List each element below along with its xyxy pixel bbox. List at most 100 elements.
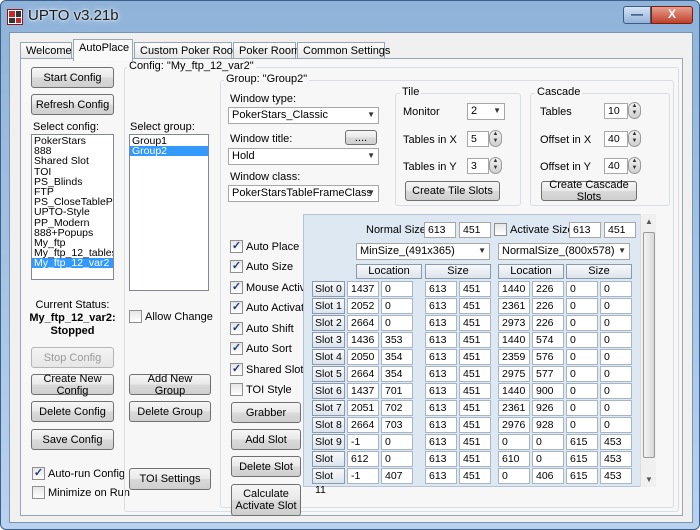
list-item[interactable]: UPTO-Style bbox=[32, 207, 113, 218]
slot-cell[interactable]: 451 bbox=[459, 434, 491, 450]
slot-cell[interactable]: 2051 bbox=[347, 400, 379, 416]
slot-cell[interactable]: 0 bbox=[566, 417, 598, 433]
slot-cell[interactable]: 574 bbox=[532, 332, 564, 348]
config-list[interactable]: PokerStars 888 Shared Slot TOI PS_Blinds… bbox=[31, 134, 114, 280]
slot-cell[interactable]: 613 bbox=[425, 451, 457, 467]
slot-cell[interactable]: 453 bbox=[600, 434, 632, 450]
delete-slot-button[interactable]: Delete Slot bbox=[231, 456, 301, 477]
add-group-button[interactable]: Add New Group bbox=[129, 373, 211, 397]
slot-cell[interactable]: 451 bbox=[459, 417, 491, 433]
create-tile-slots-button[interactable]: Create Tile Slots bbox=[405, 181, 500, 201]
slot-cell[interactable]: 0 bbox=[600, 383, 632, 399]
slot-cell[interactable]: 226 bbox=[532, 298, 564, 314]
slot-cell[interactable]: 613 bbox=[425, 434, 457, 450]
slot-cell[interactable]: 0 bbox=[600, 366, 632, 382]
slot-cell[interactable]: 0 bbox=[381, 434, 413, 450]
delete-group-button[interactable]: Delete Group bbox=[129, 401, 211, 422]
minimize-checkbox[interactable]: Minimize on Run bbox=[32, 486, 130, 499]
delete-config-button[interactable]: Delete Config bbox=[31, 401, 114, 422]
slot-cell[interactable]: 451 bbox=[459, 349, 491, 365]
slot-cell[interactable]: 576 bbox=[532, 349, 564, 365]
tables-y-input[interactable]: 3 bbox=[467, 158, 489, 174]
slot-cell[interactable]: 0 bbox=[566, 400, 598, 416]
slot-cell[interactable]: 2664 bbox=[347, 315, 379, 331]
toi-settings-button[interactable]: TOI Settings bbox=[129, 468, 211, 490]
auto-shift-checkbox[interactable]: ✓ Auto Shift bbox=[230, 322, 294, 335]
min-size-select[interactable]: MinSize_(491x365) ▼ bbox=[356, 243, 490, 260]
create-config-button[interactable]: Create New Config bbox=[31, 373, 114, 397]
slot-cell[interactable]: 1440 bbox=[498, 383, 530, 399]
scroll-up-icon[interactable]: ▲ bbox=[645, 217, 653, 226]
slot-cell[interactable]: 2975 bbox=[498, 366, 530, 382]
offset-x-spinner[interactable]: ▲ ▼ bbox=[628, 130, 641, 147]
slot-cell[interactable]: 613 bbox=[425, 383, 457, 399]
slot-cell[interactable]: 0 bbox=[566, 315, 598, 331]
slot-cell[interactable]: 354 bbox=[381, 366, 413, 382]
slot-cell[interactable]: 0 bbox=[532, 434, 564, 450]
slot-cell[interactable]: 613 bbox=[425, 417, 457, 433]
slot-cell[interactable]: 1440 bbox=[498, 281, 530, 297]
slot-cell[interactable]: 226 bbox=[532, 315, 564, 331]
auto-sort-checkbox[interactable]: ✓ Auto Sort bbox=[230, 342, 292, 355]
slot-cell[interactable]: 453 bbox=[600, 468, 632, 484]
slot-cell[interactable]: 451 bbox=[459, 383, 491, 399]
autorun-checkbox[interactable]: ✓ Auto-run Config bbox=[32, 467, 125, 480]
cascade-tables-input[interactable]: 10 bbox=[604, 103, 628, 119]
slot-cell[interactable]: 2976 bbox=[498, 417, 530, 433]
slot-cell[interactable]: 2052 bbox=[347, 298, 379, 314]
slot-cell[interactable]: 0 bbox=[600, 332, 632, 348]
slot-cell[interactable]: 613 bbox=[425, 400, 457, 416]
slot-cell[interactable]: 0 bbox=[566, 366, 598, 382]
slot-cell[interactable]: 612 bbox=[347, 451, 379, 467]
slot-cell[interactable]: 451 bbox=[459, 451, 491, 467]
slot-cell[interactable]: 2050 bbox=[347, 349, 379, 365]
group-list[interactable]: Group1 Group2 bbox=[129, 134, 209, 291]
slot-cell[interactable]: 0 bbox=[566, 281, 598, 297]
slot-cell[interactable]: 702 bbox=[381, 400, 413, 416]
slot-cell[interactable]: 451 bbox=[459, 400, 491, 416]
slot-cell[interactable]: 0 bbox=[381, 281, 413, 297]
refresh-config-button[interactable]: Refresh Config bbox=[31, 94, 114, 115]
save-config-button[interactable]: Save Config bbox=[31, 429, 114, 450]
tab-autoplace[interactable]: AutoPlace bbox=[73, 39, 133, 61]
list-item-selected[interactable]: Group2 bbox=[130, 146, 208, 157]
slot-cell[interactable]: 0 bbox=[381, 315, 413, 331]
slot-cell[interactable]: 577 bbox=[532, 366, 564, 382]
normal-size-select[interactable]: NormalSize_(800x578) ▼ bbox=[498, 243, 630, 260]
slot-cell[interactable]: 0 bbox=[566, 332, 598, 348]
slot-cell[interactable]: 0 bbox=[600, 281, 632, 297]
slot-cell[interactable]: 900 bbox=[532, 383, 564, 399]
slot-cell[interactable]: 610 bbox=[498, 451, 530, 467]
slot-cell[interactable]: 703 bbox=[381, 417, 413, 433]
slot-cell[interactable]: 407 bbox=[381, 468, 413, 484]
slot-cell[interactable]: 701 bbox=[381, 383, 413, 399]
activate-height-input[interactable]: 451 bbox=[604, 222, 636, 238]
auto-size-checkbox[interactable]: ✓ Auto Size bbox=[230, 260, 293, 273]
slot-cell[interactable]: 0 bbox=[566, 383, 598, 399]
slot-cell[interactable]: 613 bbox=[425, 332, 457, 348]
slot-cell[interactable]: 615 bbox=[566, 468, 598, 484]
toi-style-checkbox[interactable]: TOI Style bbox=[230, 383, 292, 396]
slot-cell[interactable]: -1 bbox=[347, 434, 379, 450]
slot-cell[interactable]: 613 bbox=[425, 315, 457, 331]
slot-cell[interactable]: -1 bbox=[347, 468, 379, 484]
slot-cell[interactable]: 451 bbox=[459, 281, 491, 297]
slot-cell[interactable]: 613 bbox=[425, 281, 457, 297]
title-bar[interactable]: UPTO v3.21b — X bbox=[1, 1, 699, 33]
activate-width-input[interactable]: 613 bbox=[569, 222, 601, 238]
slot-cell[interactable]: 0 bbox=[600, 400, 632, 416]
slot-cell[interactable]: 0 bbox=[532, 451, 564, 467]
slot-cell[interactable]: 453 bbox=[600, 451, 632, 467]
activate-size-checkbox[interactable]: Activate Size bbox=[494, 223, 574, 236]
add-slot-button[interactable]: Add Slot bbox=[231, 429, 301, 450]
offset-y-input[interactable]: 40 bbox=[604, 158, 628, 174]
slot-cell[interactable]: 1436 bbox=[347, 332, 379, 348]
scroll-down-icon[interactable]: ▼ bbox=[645, 475, 653, 484]
slot-cell[interactable]: 2973 bbox=[498, 315, 530, 331]
minimize-button[interactable]: — bbox=[623, 6, 651, 24]
slot-cell[interactable]: 0 bbox=[566, 349, 598, 365]
stop-config-button[interactable]: Stop Config bbox=[31, 347, 114, 368]
slot-cell[interactable]: 0 bbox=[600, 349, 632, 365]
slot-cell[interactable]: 613 bbox=[425, 468, 457, 484]
slot-cell[interactable]: 226 bbox=[532, 281, 564, 297]
